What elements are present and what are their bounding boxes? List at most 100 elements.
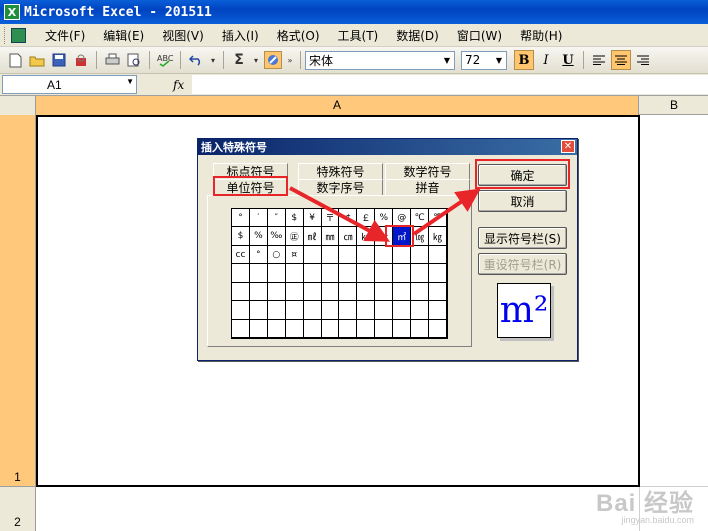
symbol-cell[interactable]: ㏒ (411, 227, 430, 246)
row-header-2[interactable]: 2 (0, 487, 36, 531)
symbol-cell[interactable] (339, 264, 358, 283)
menu-tools[interactable]: 工具(T) (329, 27, 388, 44)
tab-math[interactable]: 数学符号 (385, 163, 470, 179)
print-preview-icon[interactable] (125, 51, 143, 69)
open-folder-icon[interactable] (28, 51, 46, 69)
align-left-icon[interactable] (589, 50, 609, 70)
font-name-select[interactable]: 宋体 ▼ (305, 50, 455, 70)
symbol-cell[interactable] (357, 245, 376, 265)
symbol-cell[interactable] (285, 264, 304, 283)
symbol-cell[interactable] (303, 245, 322, 265)
insert-function-icon[interactable]: fx (173, 78, 184, 92)
symbol-cell[interactable] (285, 282, 304, 302)
symbol-cell[interactable]: ○ (267, 245, 286, 265)
symbol-cell[interactable] (232, 301, 250, 320)
symbol-cell[interactable] (321, 245, 340, 265)
symbol-cell[interactable]: 〒 (321, 209, 340, 228)
symbol-cell[interactable] (267, 301, 286, 320)
underline-button[interactable]: U (558, 50, 578, 70)
menu-help[interactable]: 帮助(H) (511, 27, 571, 44)
symbol-cell[interactable] (375, 319, 394, 338)
symbol-cell[interactable]: $ (285, 209, 304, 228)
chevron-down-icon[interactable]: ▼ (126, 77, 134, 86)
symbol-cell[interactable]: ㏄ (375, 227, 394, 246)
symbol-cell[interactable] (321, 282, 340, 302)
symbol-cell[interactable] (303, 301, 322, 320)
symbol-cell[interactable]: % (249, 227, 268, 246)
italic-button[interactable]: I (536, 50, 556, 70)
tab-units[interactable]: 单位符号 (213, 179, 288, 195)
close-icon[interactable]: ✕ (561, 140, 575, 153)
symbol-grid[interactable]: ° ′ ″ $ ¥ 〒 ￠ ￡% @ ℃ ℉ $% ‰ ㊣㎖㎜㎝㎞㏄㎡㏒㎏ cc ° ○ ¤ (231, 208, 448, 339)
symbol-cell[interactable] (339, 245, 358, 265)
symbol-cell[interactable] (303, 319, 322, 338)
name-box[interactable]: A1 ▼ (2, 75, 137, 94)
symbol-cell[interactable] (393, 319, 412, 338)
symbol-cell[interactable] (249, 301, 268, 320)
spelling-icon[interactable]: ABC (156, 51, 174, 69)
symbol-cell[interactable] (339, 319, 358, 338)
column-header-b[interactable]: B (640, 96, 708, 115)
menu-file[interactable]: 文件(F) (36, 27, 94, 44)
cancel-button[interactable]: 取消 (478, 190, 567, 212)
symbol-cell[interactable] (232, 282, 250, 302)
symbol-cell[interactable] (232, 319, 250, 338)
symbol-cell[interactable] (375, 282, 394, 302)
symbol-cell[interactable]: @ (393, 209, 412, 228)
save-icon[interactable] (50, 51, 68, 69)
symbol-cell[interactable] (429, 282, 447, 302)
row-header-1[interactable]: 1 (0, 115, 36, 487)
symbol-cell[interactable]: $ (232, 227, 250, 246)
chevron-down-icon[interactable]: ▼ (440, 52, 454, 69)
tab-pinyin[interactable]: 拼音 (385, 179, 470, 195)
align-right-icon[interactable] (633, 50, 653, 70)
symbol-cell[interactable]: ℃ (411, 209, 430, 228)
symbol-cell[interactable] (357, 282, 376, 302)
symbol-cell[interactable] (285, 319, 304, 338)
symbol-cell[interactable] (393, 282, 412, 302)
undo-dropdown-icon[interactable]: ▾ (209, 51, 217, 69)
symbol-cell[interactable]: cc (232, 245, 250, 265)
menu-data[interactable]: 数据(D) (387, 27, 448, 44)
symbol-cell[interactable]: ㎜ (321, 227, 340, 246)
new-document-icon[interactable] (6, 51, 24, 69)
symbol-cell[interactable] (429, 319, 447, 338)
symbol-cell[interactable]: ㎞ (357, 227, 376, 246)
tab-special[interactable]: 特殊符号 (298, 163, 383, 179)
undo-icon[interactable] (187, 51, 205, 69)
symbol-cell[interactable] (321, 319, 340, 338)
workbook-icon[interactable] (11, 27, 26, 43)
chevron-down-icon[interactable]: ▼ (492, 52, 506, 69)
autosum-icon[interactable]: Σ (230, 51, 248, 69)
show-symbol-bar-button[interactable]: 显示符号栏(S) (478, 227, 567, 249)
permission-icon[interactable] (72, 51, 90, 69)
symbol-cell[interactable] (411, 282, 430, 302)
symbol-cell[interactable] (393, 264, 412, 283)
symbol-cell[interactable] (267, 264, 286, 283)
symbol-cell[interactable] (393, 245, 412, 265)
symbol-cell[interactable] (285, 301, 304, 320)
symbol-cell[interactable]: ¤ (285, 245, 304, 265)
menu-edit[interactable]: 编辑(E) (94, 27, 153, 44)
symbol-cell[interactable] (429, 301, 447, 320)
align-center-icon[interactable] (611, 50, 631, 70)
tab-punctuation[interactable]: 标点符号 (213, 163, 288, 179)
symbol-cell[interactable]: ㊣ (285, 227, 304, 246)
font-size-select[interactable]: 72 ▼ (461, 50, 507, 70)
symbol-cell[interactable]: ‰ (267, 227, 286, 246)
symbol-cell[interactable] (411, 264, 430, 283)
symbol-cell[interactable] (375, 301, 394, 320)
symbol-cell[interactable] (357, 301, 376, 320)
menu-view[interactable]: 视图(V) (153, 27, 213, 44)
toolbar-options-icon[interactable]: » (286, 51, 294, 69)
symbol-cell[interactable]: ㎝ (339, 227, 358, 246)
symbol-cell[interactable] (375, 245, 394, 265)
select-all-corner[interactable] (0, 96, 36, 115)
symbol-cell[interactable] (249, 282, 268, 302)
symbol-cell[interactable] (321, 264, 340, 283)
menu-window[interactable]: 窗口(W) (448, 27, 511, 44)
symbol-cell[interactable] (232, 264, 250, 283)
symbol-cell[interactable]: ㎡ (393, 227, 412, 246)
tab-number-sequence[interactable]: 数字序号 (298, 179, 383, 195)
symbol-cell[interactable]: ° (232, 209, 250, 228)
